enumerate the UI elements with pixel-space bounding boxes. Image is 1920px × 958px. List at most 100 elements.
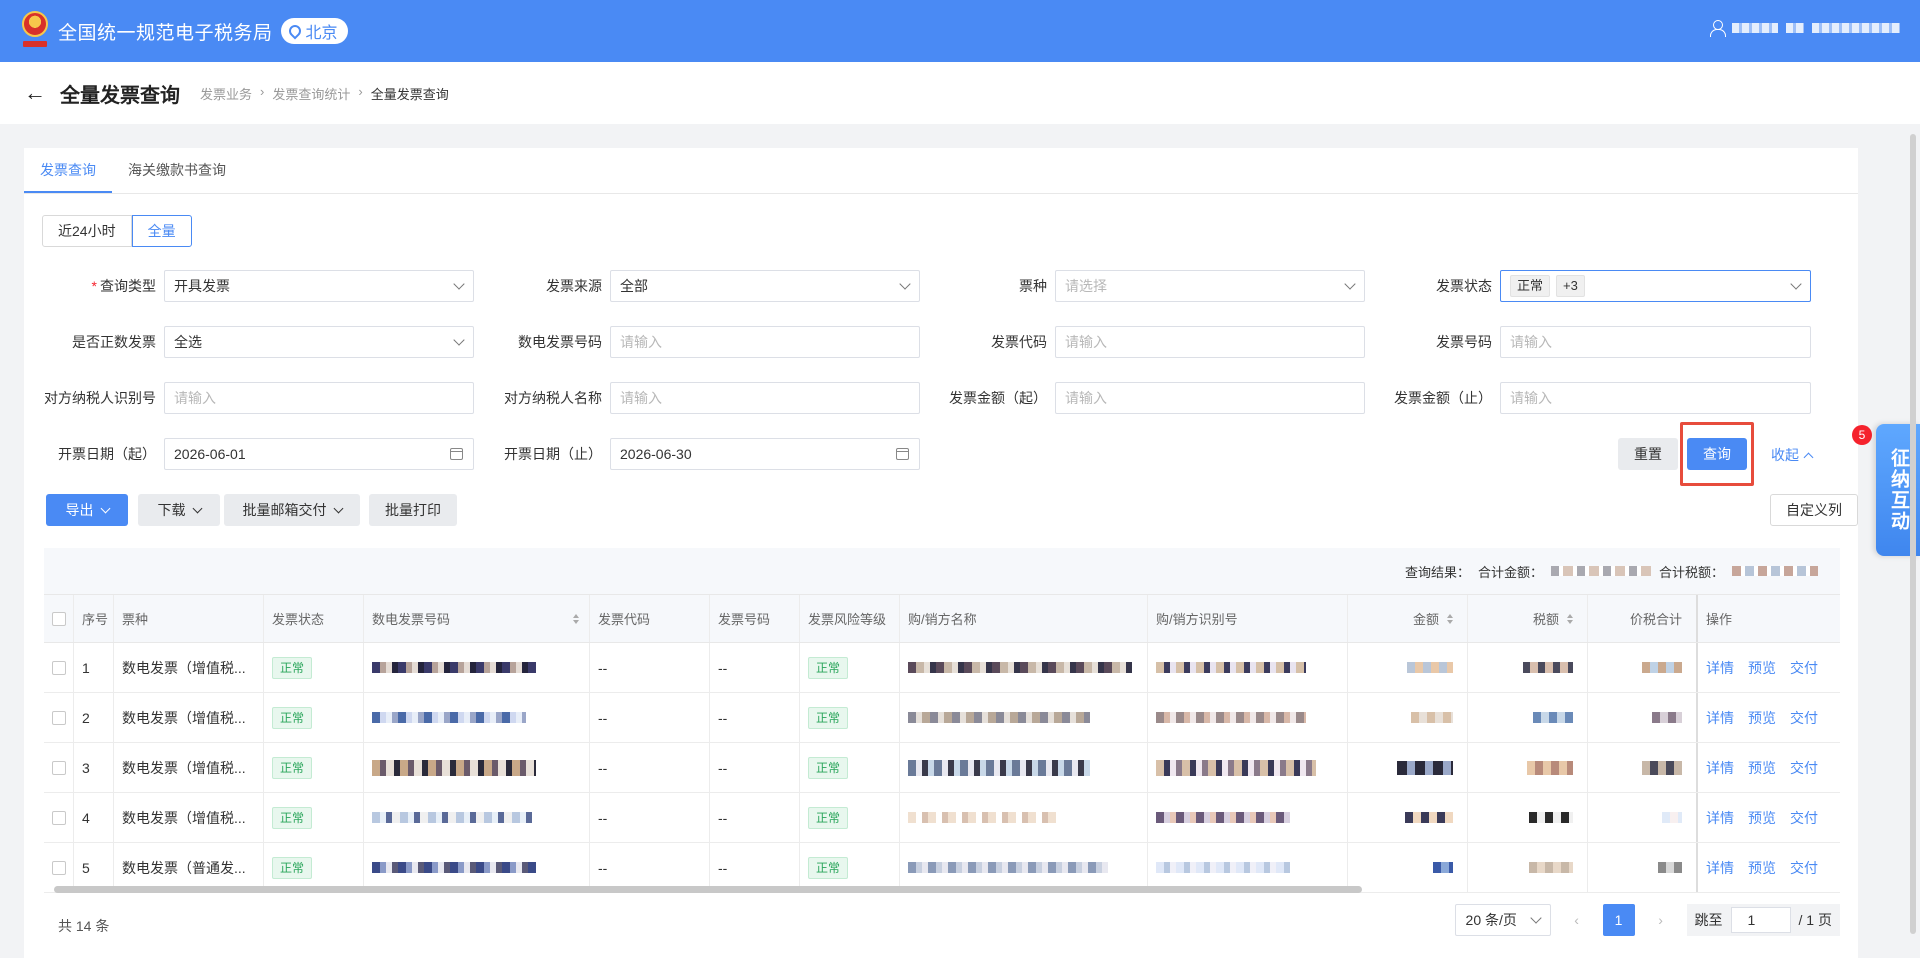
deliver-link[interactable]: 交付 xyxy=(1790,708,1818,728)
header-cell-sortable[interactable]: 金额 xyxy=(1348,595,1468,642)
field-invoice-code: 发票代码 请输入 xyxy=(915,326,1365,358)
status-badge: 正常 xyxy=(272,706,313,729)
deliver-link[interactable]: 交付 xyxy=(1790,758,1818,778)
checkbox[interactable] xyxy=(51,611,66,626)
row-checkbox[interactable] xyxy=(51,810,66,825)
segment-24h[interactable]: 近24小时 xyxy=(42,215,132,247)
header-select-all[interactable] xyxy=(44,595,74,642)
invoice-source-select[interactable]: 全部 xyxy=(610,270,920,302)
user-menu[interactable] xyxy=(1710,20,1900,37)
redacted-text xyxy=(1812,23,1900,33)
horizontal-scrollbar[interactable] xyxy=(44,883,1840,895)
sort-icon[interactable] xyxy=(573,613,579,624)
amount-from-input[interactable]: 请输入 xyxy=(1055,382,1365,414)
segment-all[interactable]: 全量 xyxy=(131,215,192,247)
user-icon xyxy=(1710,20,1726,37)
deliver-link[interactable]: 交付 xyxy=(1790,658,1818,678)
breadcrumb-item[interactable]: 发票业务 xyxy=(200,84,252,103)
cell-no: 3 xyxy=(74,743,114,792)
cell-no: 4 xyxy=(74,793,114,842)
table-row[interactable]: 2 数电发票（增值税... 正常 -- -- 正常 详情 预览 交付 xyxy=(44,693,1840,743)
page-number-current[interactable]: 1 xyxy=(1602,904,1635,936)
amount-to-input[interactable]: 请输入 xyxy=(1500,382,1811,414)
digital-invoice-number-input[interactable]: 请输入 xyxy=(610,326,920,358)
invoice-number-input[interactable]: 请输入 xyxy=(1500,326,1811,358)
page-size-value: 20 条/页 xyxy=(1465,912,1517,928)
region-selector[interactable]: 北京 xyxy=(280,18,348,44)
counterparty-taxid-input[interactable]: 请输入 xyxy=(164,382,474,414)
sort-icon[interactable] xyxy=(1567,613,1573,624)
input-placeholder: 请输入 xyxy=(620,390,662,406)
next-page-button[interactable]: › xyxy=(1645,904,1677,936)
batch-mail-dropdown-button[interactable]: 批量邮箱交付 xyxy=(224,494,360,526)
scrollbar-thumb[interactable] xyxy=(1910,134,1916,934)
back-arrow-icon[interactable]: ← xyxy=(24,80,48,106)
detail-link[interactable]: 详情 xyxy=(1706,708,1734,728)
table-row[interactable]: 1 数电发票（增值税... 正常 -- -- 正常 详情 预览 交付 xyxy=(44,643,1840,693)
row-checkbox[interactable] xyxy=(51,860,66,875)
preview-link[interactable]: 预览 xyxy=(1748,658,1776,678)
chevron-down-icon xyxy=(1790,278,1802,290)
redacted-tax xyxy=(1529,862,1573,873)
batch-print-button[interactable]: 批量打印 xyxy=(369,494,457,526)
cell-no: 1 xyxy=(74,643,114,692)
invoice-status-multiselect[interactable]: 正常 +3 xyxy=(1500,270,1811,302)
location-pin-icon xyxy=(286,22,304,40)
vertical-scrollbar[interactable] xyxy=(1906,124,1920,958)
tab-invoice-query[interactable]: 发票查询 xyxy=(24,147,112,193)
row-checkbox[interactable] xyxy=(51,760,66,775)
calendar-icon xyxy=(450,448,463,460)
header-cell: 购/销方名称 xyxy=(900,595,1148,642)
site-title: 全国统一规范电子税务局 xyxy=(58,22,273,44)
prev-page-button[interactable]: ‹ xyxy=(1561,904,1593,936)
sort-icon[interactable] xyxy=(1447,613,1453,624)
header-cell-sortable[interactable]: 税额 xyxy=(1468,595,1588,642)
redacted-amount xyxy=(1407,662,1453,673)
export-dropdown-button[interactable]: 导出 xyxy=(46,494,128,526)
header-cell: 操作 xyxy=(1706,612,1733,627)
invoice-code-input[interactable]: 请输入 xyxy=(1055,326,1365,358)
input-placeholder: 请输入 xyxy=(174,390,216,406)
table-row[interactable]: 4 数电发票（增值税... 正常 -- -- 正常 详情 预览 交付 xyxy=(44,793,1840,843)
is-positive-select[interactable]: 全选 xyxy=(164,326,474,358)
deliver-link[interactable]: 交付 xyxy=(1790,858,1818,878)
deliver-link[interactable]: 交付 xyxy=(1790,808,1818,828)
breadcrumb-item[interactable]: 发票查询统计 xyxy=(272,84,350,103)
detail-link[interactable]: 详情 xyxy=(1706,758,1734,778)
download-dropdown-button[interactable]: 下载 xyxy=(138,494,220,526)
table-row[interactable]: 3 数电发票（增值税... 正常 -- -- 正常 详情 预览 交付 xyxy=(44,743,1840,793)
reset-button[interactable]: 重置 xyxy=(1618,438,1678,470)
collapse-toggle[interactable]: 收起 xyxy=(1771,445,1814,465)
query-type-select[interactable]: 开具发票 xyxy=(164,270,474,302)
row-checkbox[interactable] xyxy=(51,710,66,725)
page-size-select[interactable]: 20 条/页 xyxy=(1454,904,1551,936)
field-counterparty-name: 对方纳税人名称 请输入 xyxy=(470,382,920,414)
input-placeholder: 请输入 xyxy=(1510,334,1552,350)
scrollbar-thumb[interactable] xyxy=(54,886,1362,893)
select-value: 全选 xyxy=(174,334,202,350)
cell-num: -- xyxy=(710,793,800,842)
preview-link[interactable]: 预览 xyxy=(1748,708,1776,728)
query-button[interactable]: 查询 xyxy=(1687,438,1747,470)
preview-link[interactable]: 预览 xyxy=(1748,758,1776,778)
page-title: 全量发票查询 xyxy=(60,84,180,107)
risk-badge: 正常 xyxy=(808,656,849,679)
ticket-type-select[interactable]: 请选择 xyxy=(1055,270,1365,302)
detail-link[interactable]: 详情 xyxy=(1706,808,1734,828)
detail-link[interactable]: 详情 xyxy=(1706,858,1734,878)
row-checkbox[interactable] xyxy=(51,660,66,675)
redacted-amount xyxy=(1550,566,1651,576)
detail-link[interactable]: 详情 xyxy=(1706,658,1734,678)
tab-customs-query[interactable]: 海关缴款书查询 xyxy=(112,147,242,193)
preview-link[interactable]: 预览 xyxy=(1748,808,1776,828)
header-cell-sortable[interactable]: 数电发票号码 xyxy=(364,595,590,642)
redacted-tax xyxy=(1732,566,1818,576)
counterparty-name-input[interactable]: 请输入 xyxy=(610,382,920,414)
preview-link[interactable]: 预览 xyxy=(1748,858,1776,878)
header-label: 数电发票号码 xyxy=(372,612,451,627)
custom-columns-button[interactable]: 自定义列 xyxy=(1770,494,1858,526)
jump-page-input[interactable]: 1 xyxy=(1730,907,1791,933)
date-from-picker[interactable]: 2026-06-01 xyxy=(164,438,474,470)
date-to-picker[interactable]: 2026-06-30 xyxy=(610,438,920,470)
cell-code: -- xyxy=(590,643,710,692)
